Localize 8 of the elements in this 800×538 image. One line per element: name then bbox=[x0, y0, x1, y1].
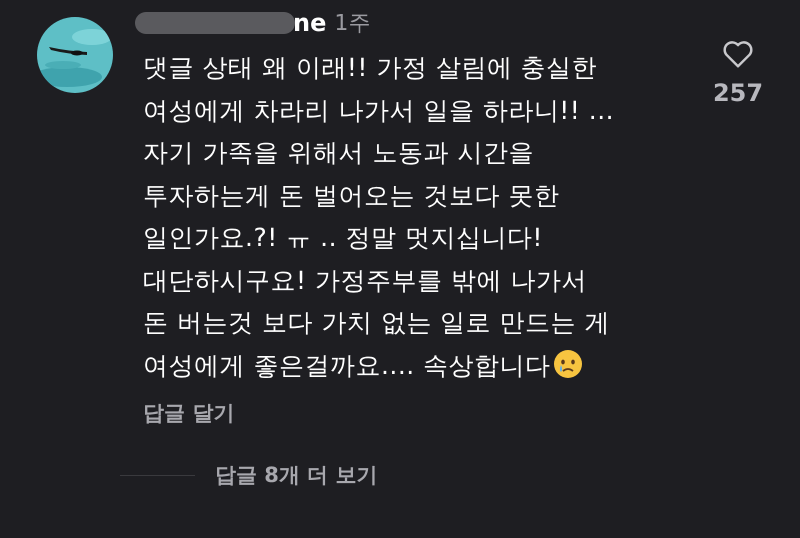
crying-face-icon bbox=[552, 348, 583, 378]
username[interactable]: ne bbox=[293, 9, 326, 37]
heart-icon[interactable] bbox=[721, 39, 755, 69]
comment-text: 댓글 상태 왜 이래!! 가정 살림에 충실한 여성에게 차라리 나가서 일을 하라니!! ... 자기 가족을 위해서 노동과 시간을 투자하는게 돈 벌어오는 것보다 못한 일인가요.?! ㅠ .. 정말 멋지십니다! 대단하시구요! 가정주부를 밖에 나가서 돈 버는것 보다 가치 없는 일로 만드는 게 여성에게 좋은걸까요.... 속상합니다 bbox=[143, 52, 616, 382]
reply-button[interactable]: 답글 달기 bbox=[143, 399, 234, 427]
comment-time: 1주 bbox=[334, 10, 370, 38]
like-count: 257 bbox=[712, 79, 764, 107]
view-more-replies-button[interactable]: 답글 8개 더 보기 bbox=[215, 461, 378, 489]
